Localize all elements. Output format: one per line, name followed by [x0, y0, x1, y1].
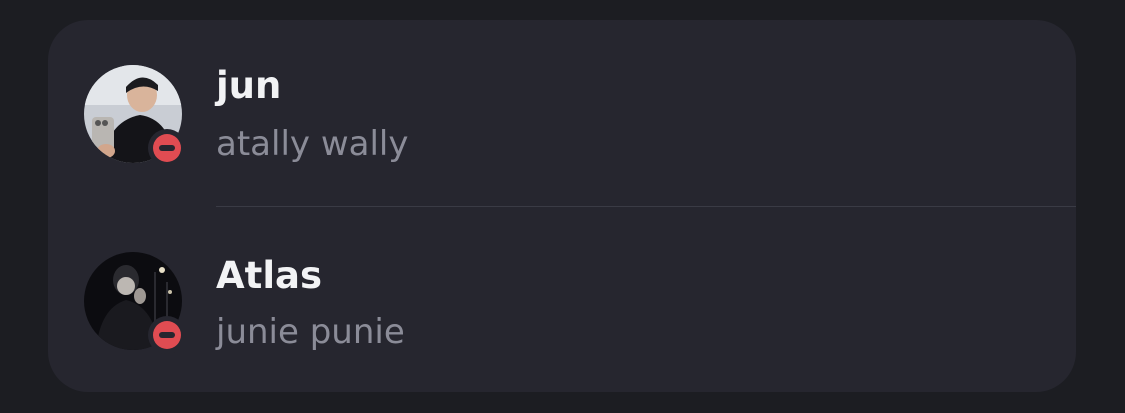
avatar-container[interactable] [84, 65, 186, 167]
do-not-disturb-icon [153, 321, 181, 349]
user-list-card: jun atally wally Atlas junie punie [48, 20, 1076, 392]
user-name: Atlas [216, 254, 322, 297]
user-name: jun [216, 64, 282, 107]
dnd-status-badge [148, 316, 186, 354]
user-row-atlas[interactable]: Atlas junie punie [48, 206, 1076, 392]
dnd-status-badge [148, 129, 186, 167]
avatar-container[interactable] [84, 252, 186, 354]
user-subtitle: junie punie [216, 312, 405, 352]
user-row-jun[interactable]: jun atally wally [48, 20, 1076, 206]
user-subtitle: atally wally [216, 124, 409, 164]
do-not-disturb-icon [153, 134, 181, 162]
